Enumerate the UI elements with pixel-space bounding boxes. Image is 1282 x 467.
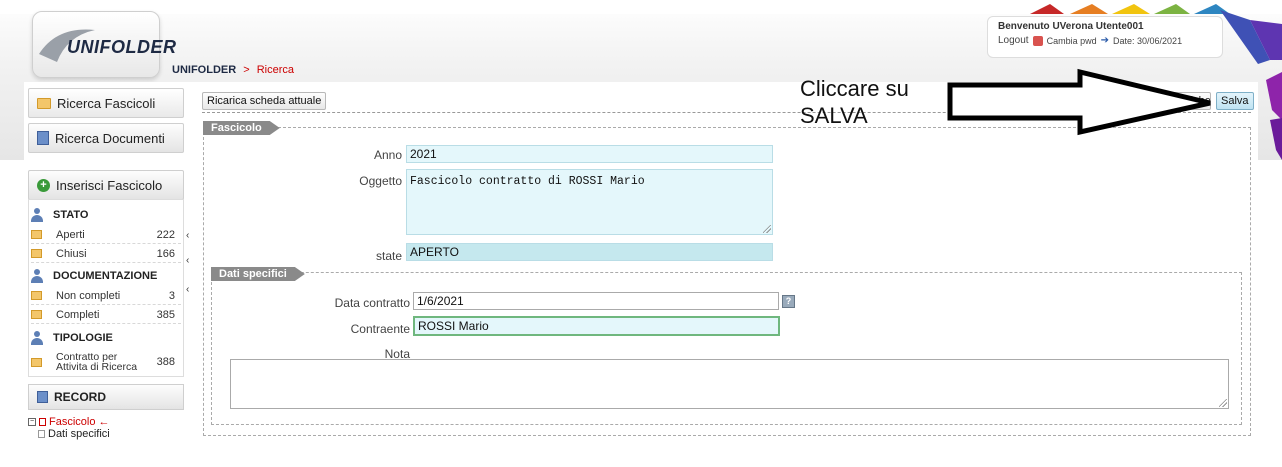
section-documentazione: DOCUMENTAZIONE xyxy=(31,267,157,284)
section-title: DOCUMENTAZIONE xyxy=(53,269,158,282)
filter-item-non-completi[interactable]: Non completi 3 xyxy=(31,287,181,305)
filter-count: 222 xyxy=(156,228,175,241)
section-title: TIPOLOGIE xyxy=(53,331,113,344)
contraente-label: Contraente xyxy=(350,322,410,336)
reload-tab-button[interactable]: Ricarica scheda attuale xyxy=(202,92,327,110)
instruction-annotation: Cliccare su SALVA xyxy=(800,75,909,129)
insert-folder-label: Inserisci Fascicolo xyxy=(56,177,163,193)
oggetto-value: Fascicolo contratto di ROSSI Mario xyxy=(410,175,645,188)
filter-item-completi[interactable]: Completi 385 xyxy=(31,306,181,324)
search-folders-button[interactable]: Ricerca Fascicoli xyxy=(28,88,184,118)
plus-icon: + xyxy=(37,178,50,192)
change-password-icon[interactable] xyxy=(1032,35,1043,46)
filter-item-chiusi[interactable]: Chiusi 166 xyxy=(31,245,181,263)
change-password-link[interactable]: Cambia pwd xyxy=(1047,36,1097,46)
search-documents-label: Ricerca Documenti xyxy=(55,130,165,146)
resize-handle-icon[interactable] xyxy=(1219,399,1227,407)
user-group-icon xyxy=(31,268,43,283)
logout-link[interactable]: Logout xyxy=(998,35,1029,46)
tree-node-label: Dati specifici xyxy=(48,428,110,440)
data-contratto-label: Data contratto xyxy=(334,296,410,310)
save-button[interactable]: Salva xyxy=(1216,92,1254,110)
filter-count: 166 xyxy=(156,247,175,260)
oggetto-label: Oggetto xyxy=(359,174,402,188)
search-documents-button[interactable]: Ricerca Documenti xyxy=(28,123,184,153)
filter-label-line2: Attivita di Ricerca xyxy=(56,361,138,373)
oggetto-textarea[interactable]: Fascicolo contratto di ROSSI Mario xyxy=(406,169,773,235)
annotation-arrow-icon xyxy=(947,68,1211,136)
user-group-icon xyxy=(31,330,43,345)
username: UVerona Utente001 xyxy=(1052,21,1144,32)
breadcrumb-current: Ricerca xyxy=(256,64,295,76)
filter-label: Non completi xyxy=(56,289,121,302)
state-label: state xyxy=(375,249,402,263)
contraente-field[interactable]: ROSSI Mario xyxy=(413,316,780,336)
tree-node-dati-specifici[interactable]: Dati specifici xyxy=(28,428,110,440)
arrow-left-icon: ← xyxy=(98,416,110,428)
document-icon xyxy=(38,430,45,438)
filter-item-contratto-ricerca[interactable]: Contratto per Attivita di Ricerca 388 xyxy=(31,349,181,375)
section-stato: STATO xyxy=(31,206,88,223)
collapse-icon[interactable]: − xyxy=(28,418,36,426)
breadcrumb-separator-icon: > xyxy=(243,64,250,76)
folder-icon xyxy=(31,357,42,367)
current-date: Date: 30/06/2021 xyxy=(1113,35,1183,46)
filter-item-aperti[interactable]: Aperti 222 xyxy=(31,226,181,244)
folder-icon xyxy=(31,310,42,319)
nota-textarea[interactable] xyxy=(230,359,1229,409)
welcome-text: Benvenuto UVerona Utente001 xyxy=(998,21,1212,32)
filter-count: 385 xyxy=(156,308,175,321)
collapse-chevron-icon[interactable]: ‹ xyxy=(186,284,189,295)
filter-label: Aperti xyxy=(56,228,85,241)
resize-handle-icon[interactable] xyxy=(763,225,771,233)
dati-specifici-legend: Dati specifici xyxy=(211,267,305,281)
user-info-box: Benvenuto UVerona Utente001 Logout Cambi… xyxy=(987,16,1223,58)
filter-label: Completi xyxy=(56,308,100,321)
document-icon xyxy=(39,418,46,426)
data-contratto-field[interactable]: 1/6/2021 xyxy=(413,292,779,310)
breadcrumb: UNIFOLDER > Ricerca xyxy=(172,64,294,76)
section-tipologie: TIPOLOGIE xyxy=(31,329,113,346)
arrow-right-icon: ➔ xyxy=(1100,35,1110,46)
annotation-line2: SALVA xyxy=(800,103,868,128)
breadcrumb-app[interactable]: UNIFOLDER xyxy=(172,64,236,76)
folder-icon xyxy=(31,230,42,239)
state-field[interactable]: APERTO xyxy=(406,243,773,261)
insert-folder-button[interactable]: + Inserisci Fascicolo xyxy=(28,170,184,200)
anno-field[interactable]: 2021 xyxy=(406,145,773,163)
tree-node-label: Fascicolo xyxy=(49,416,96,428)
record-button[interactable]: RECORD xyxy=(28,384,184,410)
welcome-prefix: Benvenuto xyxy=(998,21,1050,32)
logo-text: UNIFOLDER xyxy=(67,37,177,57)
folder-icon xyxy=(31,291,42,300)
search-folders-label: Ricerca Fascicoli xyxy=(57,95,156,111)
collapse-chevron-icon[interactable]: ‹ xyxy=(186,230,189,241)
filter-count: 388 xyxy=(156,356,175,368)
filter-label: Chiusi xyxy=(56,247,87,260)
folder-icon xyxy=(31,249,42,258)
record-icon xyxy=(37,391,48,403)
help-icon[interactable]: ? xyxy=(782,295,795,308)
app-logo[interactable]: UNIFOLDER xyxy=(32,11,176,78)
annotation-line1: Cliccare su xyxy=(800,76,909,101)
tree-node-fascicolo[interactable]: − Fascicolo ← xyxy=(28,416,110,428)
filter-count: 3 xyxy=(168,289,175,302)
user-actions: Logout Cambia pwd ➔ Date: 30/06/2021 xyxy=(998,35,1212,46)
user-group-icon xyxy=(31,207,43,222)
record-label: RECORD xyxy=(54,390,107,404)
anno-label: Anno xyxy=(373,148,402,162)
document-icon xyxy=(37,131,49,145)
record-tree: − Fascicolo ← Dati specifici xyxy=(28,416,110,440)
collapse-chevron-icon[interactable]: ‹ xyxy=(186,255,189,266)
filter-label: Contratto per Attivita di Ricerca xyxy=(56,352,151,373)
filter-panel: STATO Aperti 222 Chiusi 166 DOCUMENTAZIO… xyxy=(28,199,184,377)
fascicolo-legend: Fascicolo xyxy=(203,121,280,135)
section-title: STATO xyxy=(53,208,89,221)
folder-icon xyxy=(37,97,51,109)
